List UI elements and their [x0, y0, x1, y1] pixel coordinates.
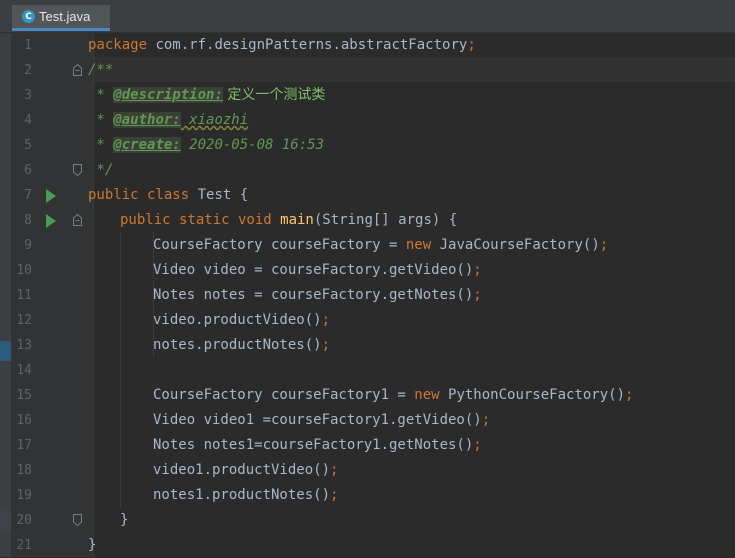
line-number: 7 [24, 188, 32, 203]
line-number: 4 [24, 113, 32, 128]
code-line-15: 15 CourseFactory courseFactory1 = new Py… [0, 383, 735, 408]
doc-comment-open: /** [88, 62, 114, 78]
code-line-20: 20 } [0, 508, 735, 533]
line-number: 13 [16, 338, 32, 353]
line-number: 3 [24, 88, 32, 103]
semicolon: ; [625, 387, 634, 403]
line-number: 21 [16, 538, 32, 553]
semicolon: ; [330, 487, 339, 503]
code-line-17: 17 Notes notes1=courseFactory1.getNotes(… [0, 433, 735, 458]
statement: PythonCourseFactory() [439, 387, 626, 403]
class-declaration: Test { [189, 187, 249, 203]
code-line-14: 14 [0, 358, 735, 383]
line-number: 6 [24, 163, 32, 178]
doc-tag-value: 定义一个测试类 [222, 87, 326, 103]
code-line-9: 9 CourseFactory courseFactory = new Java… [0, 233, 735, 258]
statement: notes1.productNotes() [153, 487, 331, 503]
new-keyword: new [414, 387, 440, 403]
code-line-5: 5 * @create: 2020-05-08 16:53 [0, 133, 735, 158]
line-number: 20 [16, 513, 32, 528]
statement: video1.productVideo() [153, 462, 331, 478]
statement: CourseFactory courseFactory1 = [153, 387, 415, 403]
code-line-10: 10 Video video = courseFactory.getVideo(… [0, 258, 735, 283]
code-line-11: 11 Notes notes = courseFactory.getNotes(… [0, 283, 735, 308]
new-keyword: new [405, 237, 432, 253]
package-name: com.rf.designPatterns.abstractFactory [147, 37, 468, 53]
doc-comment-close: */ [88, 162, 114, 178]
line-number: 16 [16, 413, 32, 428]
statement: Video video1 =courseFactory1.getVideo() [153, 412, 482, 428]
line-number: 1 [24, 38, 32, 53]
line-number: 5 [24, 138, 32, 153]
fold-end-icon[interactable] [73, 514, 82, 526]
code-line-19: 19 notes1.productNotes(); [0, 483, 735, 508]
method-modifiers: public static void [120, 212, 272, 228]
semicolon: ; [473, 287, 482, 303]
method-signature: (String[] args) { [313, 212, 458, 228]
tab-test-java[interactable]: C Test.java [12, 5, 110, 31]
statement: video.productVideo() [153, 312, 322, 328]
line-number: 11 [16, 288, 32, 303]
doc-tag-description: @description: [113, 87, 223, 103]
code-line-21: 21 } [0, 533, 735, 558]
doc-tag-author: @author: [113, 112, 181, 128]
code-line-4: 4 * @author: xiaozhi [0, 108, 735, 133]
semicolon: ; [321, 312, 331, 328]
method-name: main [271, 212, 314, 228]
fold-end-icon[interactable] [73, 164, 82, 176]
line-number: 19 [16, 488, 32, 503]
doc-tag-value: 2020-05-08 16:53 [180, 137, 325, 153]
code-line-18: 18 video1.productVideo(); [0, 458, 735, 483]
run-class-icon[interactable] [46, 189, 56, 203]
code-line-1: 1 package com.rf.designPatterns.abstract… [0, 33, 735, 58]
statement: Notes notes = courseFactory.getNotes() [153, 287, 474, 303]
tab-label: Test.java [39, 9, 91, 24]
closing-brace: } [88, 537, 97, 553]
code-line-16: 16 Video video1 =courseFactory1.getVideo… [0, 408, 735, 433]
statement: notes.productNotes() [153, 337, 322, 353]
semicolon: ; [599, 237, 609, 253]
line-number: 14 [16, 363, 32, 378]
semicolon: ; [321, 337, 331, 353]
code-line-3: 3 * @description: 定义一个测试类 [0, 83, 735, 108]
line-number: 12 [16, 313, 32, 328]
code-line-2: 2 /** [0, 58, 735, 83]
semicolon: ; [330, 462, 339, 478]
class-keywords: public class [88, 187, 190, 203]
code-line-13: 13 notes.productNotes(); [0, 333, 735, 358]
semicolon: ; [467, 37, 476, 53]
doc-tag-create: @create: [113, 137, 181, 153]
fold-collapse-icon[interactable] [73, 64, 82, 76]
java-class-icon: C [22, 10, 35, 23]
closing-brace: } [120, 512, 129, 528]
code-line-8: 8 public static void main(String[] args)… [0, 208, 735, 233]
doc-star: * [88, 112, 114, 128]
package-keyword: package [88, 37, 148, 53]
doc-star: * [88, 137, 114, 153]
semicolon: ; [473, 437, 482, 453]
editor-tab-bar: C Test.java [0, 0, 735, 33]
code-line-7: 7 public class Test { [0, 183, 735, 208]
line-number: 10 [16, 263, 32, 278]
semicolon: ; [473, 262, 482, 278]
run-main-icon[interactable] [46, 214, 56, 228]
semicolon: ; [481, 412, 491, 428]
line-number: 2 [24, 63, 32, 78]
line-number: 17 [16, 438, 32, 453]
doc-star: * [88, 87, 114, 103]
code-line-6: 6 */ [0, 158, 735, 183]
line-number: 9 [24, 238, 32, 253]
statement: Video video = courseFactory.getVideo() [153, 262, 474, 278]
statement: Notes notes1=courseFactory1.getNotes() [153, 437, 474, 453]
line-number: 18 [16, 463, 32, 478]
line-number: 8 [24, 213, 32, 228]
statement: CourseFactory courseFactory = [153, 237, 406, 253]
line-number: 15 [16, 388, 32, 403]
statement: JavaCourseFactory() [431, 237, 600, 253]
code-line-12: 12 video.productVideo(); [0, 308, 735, 333]
fold-collapse-icon[interactable] [73, 214, 82, 226]
doc-tag-value: xiaozhi [180, 112, 249, 128]
